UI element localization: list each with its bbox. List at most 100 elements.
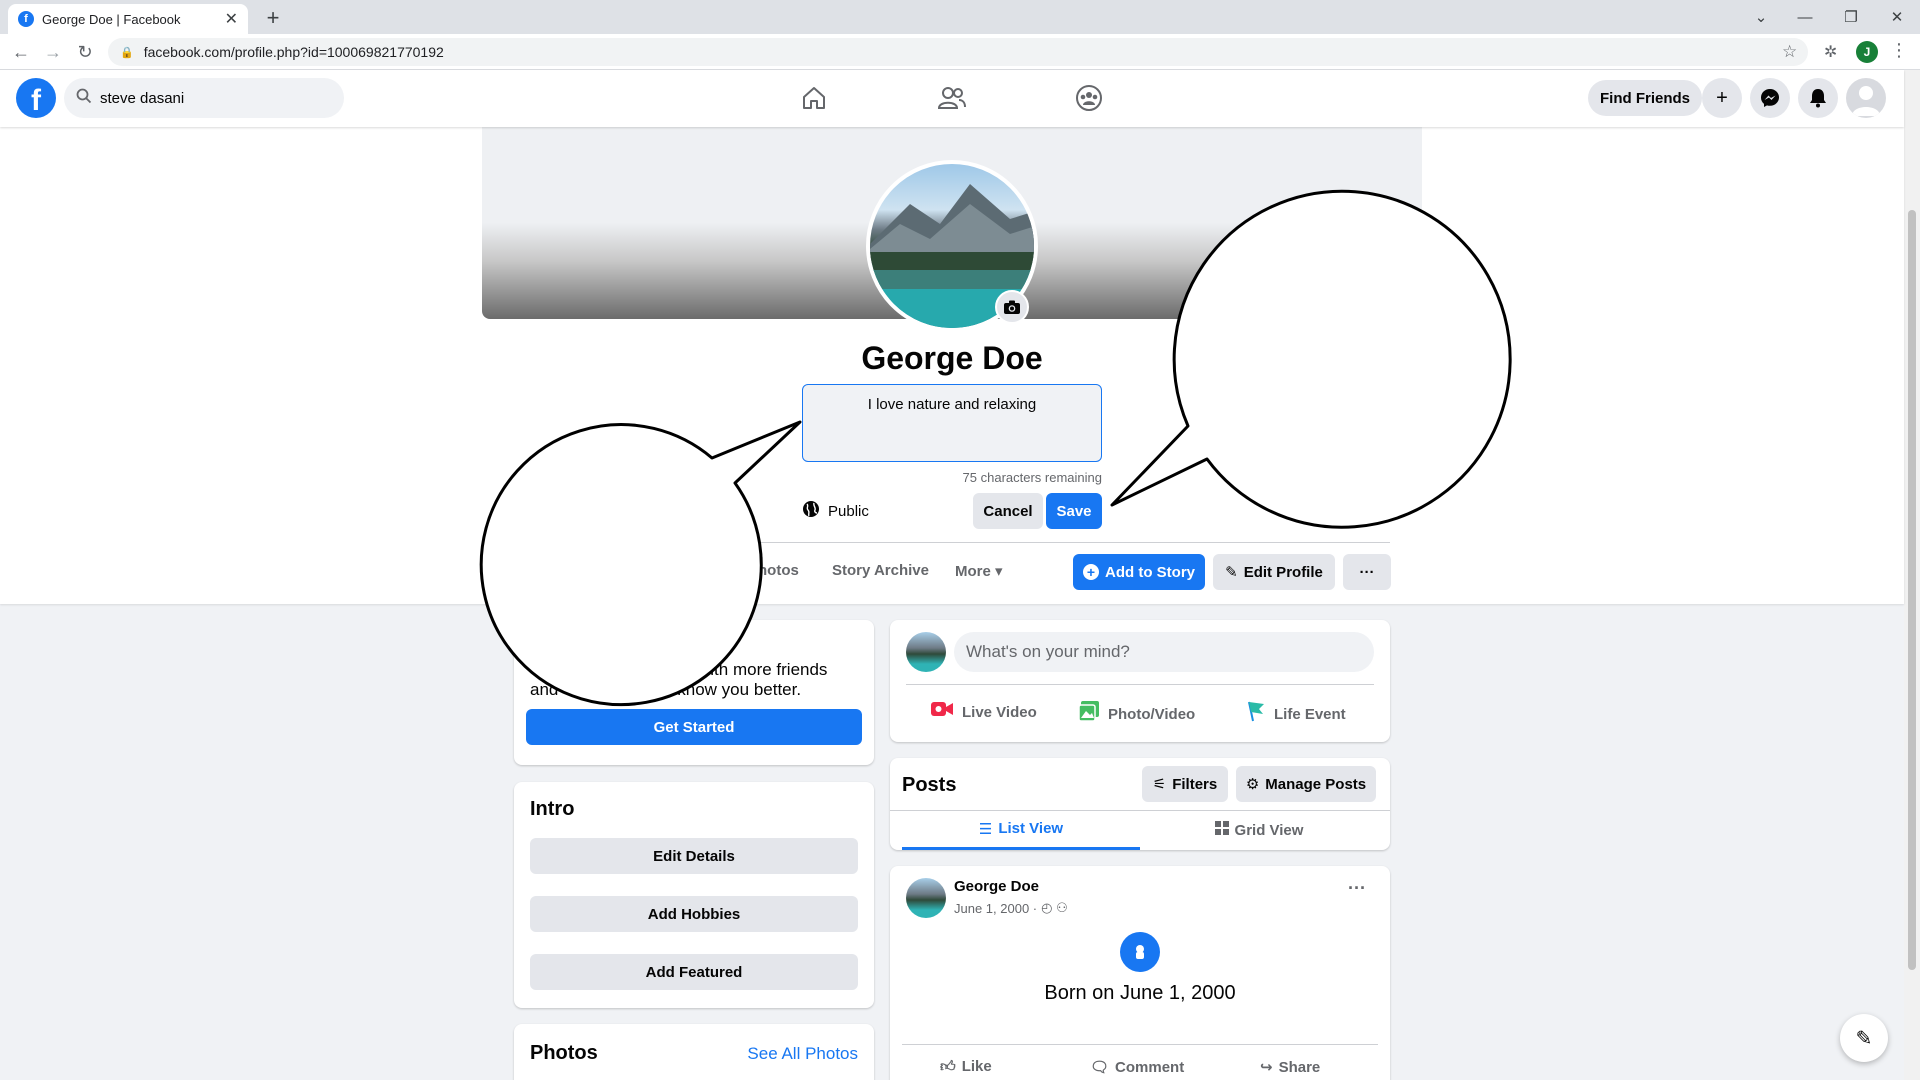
flag-icon bbox=[1246, 700, 1266, 728]
characters-remaining: 75 characters remaining bbox=[962, 470, 1102, 485]
filters-button[interactable]: ⚟ Filters bbox=[1142, 766, 1228, 802]
browser-toolbar: ← → ↻ 🔒 facebook.com/profile.php?id=1000… bbox=[0, 34, 1920, 70]
post-card: George Doe June 1, 2000 · ◴ ⚇ ··· Born o… bbox=[890, 866, 1390, 1080]
comment-button[interactable]: 🗨︎ Comment bbox=[1090, 1058, 1184, 1076]
globe-icon bbox=[802, 500, 820, 523]
profile-completion-card: with more friends and to know you better.… bbox=[514, 620, 874, 765]
thumbs-up-icon: 👍︎ bbox=[940, 1058, 956, 1075]
camera-icon[interactable] bbox=[995, 290, 1029, 324]
like-button[interactable]: 👍︎ Like bbox=[940, 1058, 992, 1076]
plus-circle-icon: + bbox=[1083, 564, 1099, 580]
bell-icon[interactable] bbox=[1798, 78, 1838, 118]
gear-icon: ⚙ bbox=[1245, 776, 1260, 793]
filters-label: Filters bbox=[1172, 775, 1218, 793]
page-scrollbar[interactable] bbox=[1904, 70, 1920, 1080]
search-input[interactable]: steve dasani bbox=[64, 78, 344, 118]
grid-view-label: Grid View bbox=[1234, 821, 1304, 839]
bio-textarea[interactable]: I love nature and relaxing bbox=[802, 384, 1102, 462]
post-author-avatar[interactable] bbox=[906, 878, 946, 918]
add-to-story-button[interactable]: + Add to Story bbox=[1073, 554, 1205, 590]
home-icon[interactable] bbox=[798, 82, 830, 114]
tab-story-archive[interactable]: Story Archive bbox=[832, 562, 929, 579]
life-event-button[interactable]: Life Event bbox=[1246, 700, 1346, 728]
add-hobbies-button[interactable]: Add Hobbies bbox=[530, 896, 858, 932]
add-featured-button[interactable]: Add Featured bbox=[530, 954, 858, 990]
cancel-button[interactable]: Cancel bbox=[973, 493, 1043, 529]
share-icon: ↪ bbox=[1260, 1059, 1273, 1076]
tab-search-icon[interactable]: ⌄ bbox=[1738, 0, 1784, 34]
extensions-icon[interactable]: ✲ bbox=[1824, 42, 1837, 62]
life-event-label: Life Event bbox=[1274, 705, 1346, 723]
share-label: Share bbox=[1278, 1059, 1321, 1076]
save-button[interactable]: Save bbox=[1046, 493, 1102, 529]
privacy-selector[interactable]: Public bbox=[802, 500, 869, 523]
forward-icon[interactable]: → bbox=[40, 39, 66, 65]
see-all-photos-link[interactable]: See All Photos bbox=[747, 1044, 858, 1064]
photos-title: Photos bbox=[530, 1042, 598, 1064]
edit-profile-button[interactable]: ✎ Edit Profile bbox=[1213, 554, 1335, 590]
profile-more-options-button[interactable]: ··· bbox=[1343, 554, 1391, 590]
search-value: steve dasani bbox=[100, 89, 185, 107]
account-avatar[interactable] bbox=[1846, 78, 1886, 118]
facebook-logo-icon[interactable]: f bbox=[16, 78, 56, 118]
url-text: facebook.com/profile.php?id=100069821770… bbox=[143, 44, 444, 60]
pencil-icon: ✎ bbox=[1225, 564, 1238, 581]
composer-divider bbox=[906, 684, 1374, 685]
post-date[interactable]: June 1, 2000 · bbox=[954, 901, 1037, 916]
back-icon[interactable]: ← bbox=[8, 39, 34, 65]
tab-photos[interactable]: hotos bbox=[758, 562, 799, 579]
create-post-card: What's on your mind? Live Video Photo/Vi… bbox=[890, 620, 1390, 742]
post-author-name[interactable]: George Doe bbox=[954, 878, 1039, 895]
close-tab-icon[interactable]: ✕ bbox=[225, 9, 238, 29]
comment-icon: 🗨︎ bbox=[1090, 1059, 1110, 1076]
plus-icon[interactable]: + bbox=[1702, 78, 1742, 118]
search-icon bbox=[76, 88, 92, 108]
posts-header-card: Posts ⚟ Filters ⚙ Manage Posts ☰ List Vi… bbox=[890, 758, 1390, 850]
profile-completion-text: with more friends and to know you better. bbox=[530, 660, 827, 700]
address-bar[interactable]: 🔒 facebook.com/profile.php?id=1000698217… bbox=[108, 38, 1808, 66]
edit-details-button[interactable]: Edit Details bbox=[530, 838, 858, 874]
friends-icon[interactable] bbox=[936, 82, 968, 114]
grid-view-tab[interactable]: Grid View bbox=[1140, 810, 1378, 850]
minimize-icon[interactable]: — bbox=[1782, 0, 1828, 34]
photo-video-button[interactable]: Photo/Video bbox=[1078, 700, 1195, 728]
posts-title: Posts bbox=[902, 774, 957, 796]
tab-more[interactable]: More ▾ bbox=[955, 562, 1003, 580]
manage-posts-button[interactable]: ⚙ Manage Posts bbox=[1236, 766, 1376, 802]
compose-icon[interactable]: ✎ bbox=[1840, 1014, 1888, 1062]
birth-icon bbox=[1120, 932, 1160, 972]
like-label: Like bbox=[961, 1058, 992, 1075]
privacy-icon: ◴ ⚇ bbox=[1041, 900, 1068, 915]
browser-profile-avatar[interactable]: J bbox=[1856, 41, 1878, 63]
reload-icon[interactable]: ↻ bbox=[72, 39, 98, 65]
profile-name: George Doe bbox=[861, 340, 1043, 376]
photo-video-label: Photo/Video bbox=[1108, 705, 1196, 723]
restore-icon[interactable]: ❐ bbox=[1828, 0, 1874, 34]
life-event-text: Born on June 1, 2000 bbox=[1044, 982, 1236, 1004]
whats-on-your-mind-input[interactable]: What's on your mind? bbox=[954, 632, 1374, 672]
tab-title: George Doe | Facebook bbox=[42, 11, 181, 27]
bookmark-star-icon[interactable]: ☆ bbox=[1782, 42, 1797, 62]
close-window-icon[interactable]: ✕ bbox=[1874, 0, 1920, 34]
get-started-button[interactable]: Get Started bbox=[526, 709, 862, 745]
list-view-tab[interactable]: ☰ List View bbox=[902, 810, 1140, 850]
scrollbar-thumb[interactable] bbox=[1908, 210, 1916, 970]
browser-menu-icon[interactable]: ⋮ bbox=[1890, 40, 1908, 61]
find-friends-button[interactable]: Find Friends bbox=[1588, 80, 1702, 116]
messenger-icon[interactable] bbox=[1750, 78, 1790, 118]
post-options-button[interactable]: ··· bbox=[1348, 878, 1366, 899]
add-to-story-label: Add to Story bbox=[1105, 563, 1195, 581]
user-avatar[interactable] bbox=[906, 632, 946, 672]
facebook-top-nav: f steve dasani Find Friends + bbox=[0, 70, 1904, 127]
privacy-label: Public bbox=[828, 503, 869, 520]
photos-card: Photos See All Photos bbox=[514, 1024, 874, 1080]
facebook-favicon-icon: f bbox=[18, 11, 34, 27]
edit-profile-label: Edit Profile bbox=[1243, 563, 1323, 581]
browser-tab[interactable]: f George Doe | Facebook ✕ bbox=[8, 4, 248, 34]
new-tab-button[interactable]: + bbox=[260, 5, 286, 31]
live-video-button[interactable]: Live Video bbox=[930, 700, 1037, 724]
share-button[interactable]: ↪ Share bbox=[1260, 1058, 1320, 1076]
photo-icon bbox=[1078, 700, 1100, 728]
list-view-label: List View bbox=[998, 820, 1064, 837]
groups-icon[interactable] bbox=[1073, 82, 1105, 114]
